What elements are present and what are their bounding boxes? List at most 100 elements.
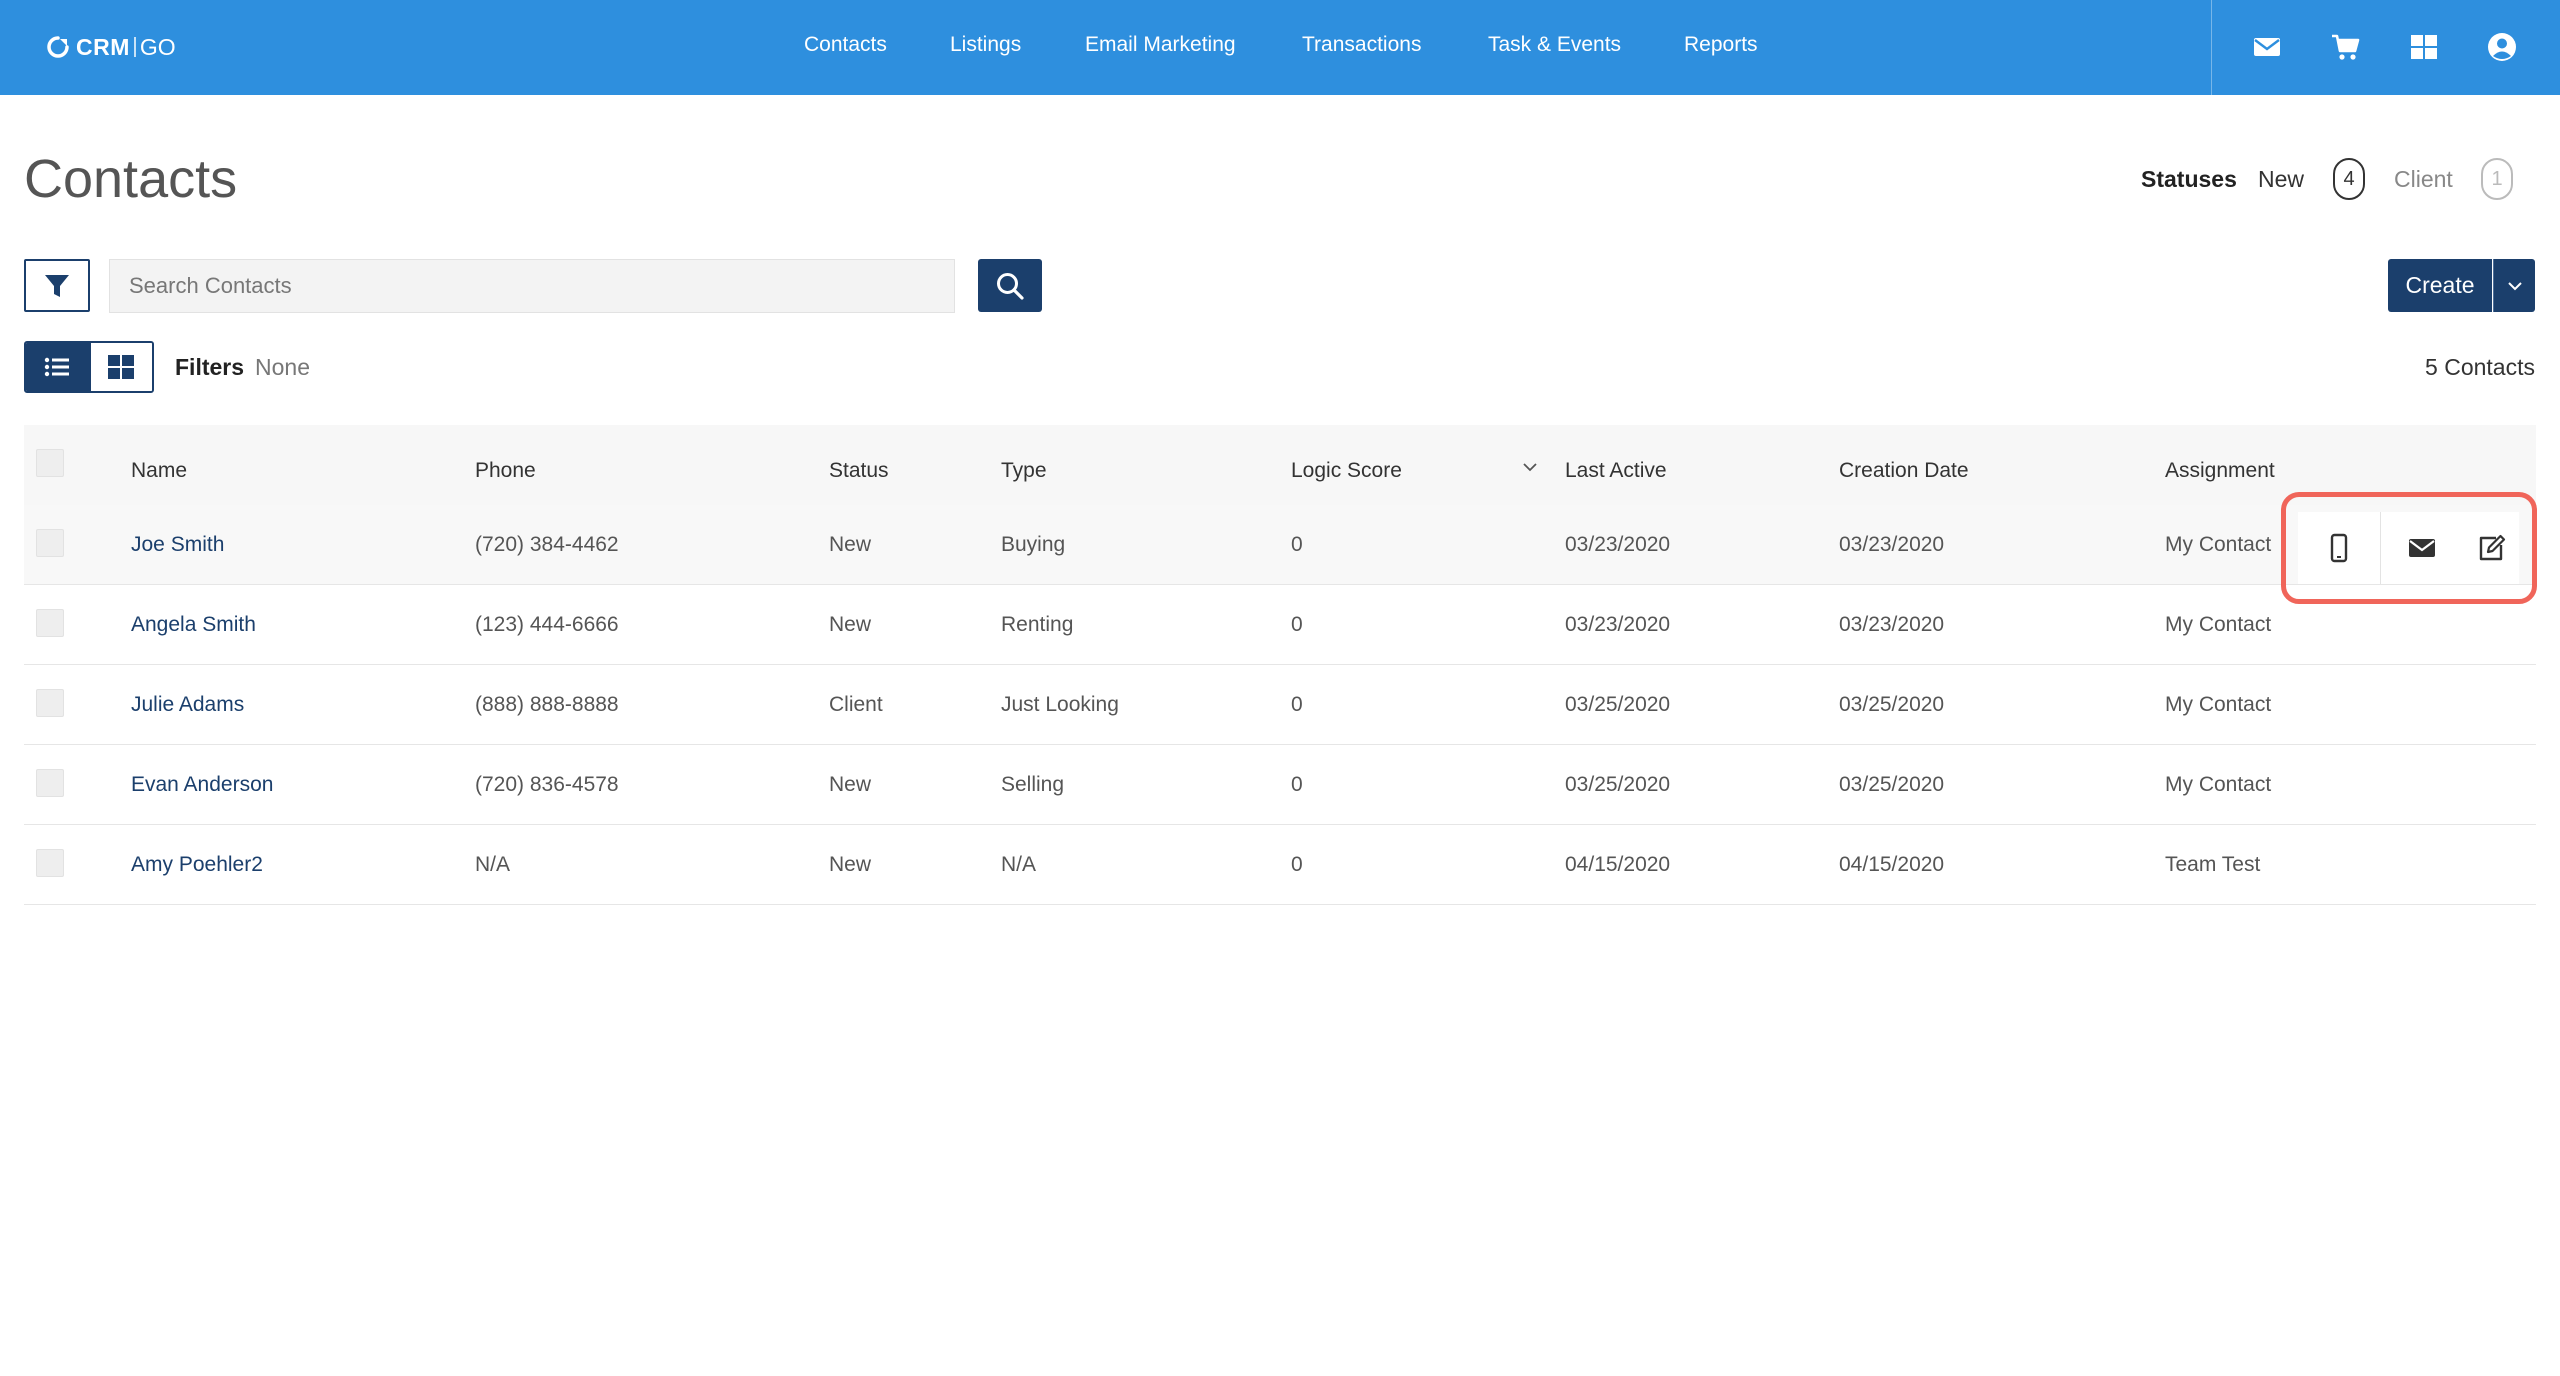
topbar-divider	[2211, 0, 2212, 95]
row-checkbox[interactable]	[36, 609, 64, 637]
contact-name-link[interactable]: Angela Smith	[131, 585, 256, 665]
row-checkbox[interactable]	[36, 529, 64, 557]
column-header-creation-date[interactable]: Creation Date	[1839, 425, 1969, 505]
contact-phone: (720) 384-4462	[475, 533, 619, 556]
edit-button[interactable]	[2463, 512, 2519, 584]
column-header-phone[interactable]: Phone	[475, 425, 536, 505]
contact-last-active: 03/25/2020	[1565, 693, 1671, 716]
row-actions	[2298, 512, 2519, 584]
call-button[interactable]	[2298, 512, 2380, 584]
select-all-checkbox[interactable]	[36, 449, 64, 477]
search-button[interactable]	[978, 259, 1042, 312]
nav-transactions[interactable]: Transactions	[1302, 33, 1421, 57]
table-row[interactable]: Amy Poehler2 N/A New N/A 0 04/15/2020 04…	[24, 825, 2536, 905]
create-dropdown-toggle[interactable]	[2493, 259, 2535, 312]
contact-status: New	[829, 773, 872, 796]
filters-value: None	[255, 354, 310, 380]
status-client-count-badge[interactable]: 1	[2481, 158, 2513, 200]
contact-type: N/A	[1001, 853, 1037, 876]
table-row[interactable]: Julie Adams (888) 888-8888 Client Just L…	[24, 665, 2536, 745]
contact-creation-date: 03/23/2020	[1839, 613, 1945, 636]
list-view-button[interactable]	[26, 343, 89, 391]
table-header: Name Phone Status Type Logic Score Last …	[24, 425, 2536, 505]
create-button[interactable]: Create	[2388, 259, 2492, 312]
top-navigation-bar: CRM GO Contacts Listings Email Marketing…	[0, 0, 2560, 95]
edit-icon	[2479, 534, 2506, 561]
statuses-label: Statuses	[2141, 166, 2237, 192]
contact-count: 5 Contacts	[2425, 354, 2535, 380]
contact-logic-score: 0	[1291, 613, 1303, 636]
contact-name-link[interactable]: Amy Poehler2	[131, 825, 263, 905]
column-header-name[interactable]: Name	[131, 425, 187, 505]
contact-status: New	[829, 533, 872, 556]
column-header-last-active[interactable]: Last Active	[1565, 425, 1667, 505]
contact-type: Renting	[1001, 613, 1074, 636]
contact-phone: (888) 888-8888	[475, 693, 619, 716]
contact-last-active: 03/23/2020	[1565, 613, 1671, 636]
user-account-icon[interactable]	[2485, 30, 2519, 64]
search-icon	[997, 272, 1024, 300]
contact-name-link[interactable]: Julie Adams	[131, 665, 244, 745]
contact-creation-date: 04/15/2020	[1839, 853, 1945, 876]
contact-last-active: 03/25/2020	[1565, 773, 1671, 796]
contact-logic-score: 0	[1291, 693, 1303, 716]
contact-type: Just Looking	[1001, 693, 1119, 716]
status-new-count-badge[interactable]: 4	[2333, 158, 2365, 200]
contact-creation-date: 03/25/2020	[1839, 693, 1945, 716]
contacts-table: Name Phone Status Type Logic Score Last …	[24, 425, 2536, 905]
filter-button[interactable]	[24, 259, 90, 312]
contact-type: Selling	[1001, 773, 1065, 796]
nav-contacts[interactable]: Contacts	[804, 33, 887, 57]
contact-status: New	[829, 613, 872, 636]
envelope-icon[interactable]	[2250, 30, 2284, 64]
cart-icon[interactable]	[2328, 30, 2362, 64]
page-title: Contacts	[24, 149, 238, 209]
sort-chevron-icon[interactable]	[1520, 457, 1540, 477]
nav-task-events[interactable]: Task & Events	[1488, 33, 1621, 57]
contact-status: Client	[829, 693, 883, 716]
table-row[interactable]: Evan Anderson (720) 836-4578 New Selling…	[24, 745, 2536, 825]
column-header-type[interactable]: Type	[1001, 425, 1047, 505]
contact-phone: N/A	[475, 853, 511, 876]
row-checkbox[interactable]	[36, 849, 64, 877]
funnel-icon	[45, 274, 69, 297]
contact-phone: (123) 444-6666	[475, 613, 619, 636]
contact-name-link[interactable]: Evan Anderson	[131, 745, 273, 825]
row-checkbox[interactable]	[36, 769, 64, 797]
contact-assignment: My Contact	[2165, 693, 2272, 716]
chevron-down-icon	[2507, 281, 2522, 290]
list-icon	[45, 357, 70, 377]
table-row[interactable]: Angela Smith (123) 444-6666 New Renting …	[24, 585, 2536, 665]
main-nav: Contacts Listings Email Marketing Transa…	[0, 0, 2560, 95]
nav-reports[interactable]: Reports	[1684, 33, 1758, 57]
row-checkbox[interactable]	[36, 689, 64, 717]
contact-assignment: My Contact	[2165, 613, 2272, 636]
contact-last-active: 04/15/2020	[1565, 853, 1671, 876]
contact-assignment: My Contact	[2165, 773, 2272, 796]
contact-creation-date: 03/23/2020	[1839, 533, 1945, 556]
search-input[interactable]	[109, 259, 955, 313]
filters-label: Filters	[175, 354, 245, 380]
row-actions-highlight	[2281, 492, 2537, 604]
envelope-icon	[2409, 539, 2435, 557]
view-toggle	[24, 341, 154, 393]
contact-logic-score: 0	[1291, 853, 1303, 876]
column-header-assignment[interactable]: Assignment	[2165, 425, 2275, 505]
column-header-logic-score[interactable]: Logic Score	[1291, 425, 1402, 505]
contact-type: Buying	[1001, 533, 1066, 556]
contact-assignment: Team Test	[2165, 853, 2261, 876]
table-row[interactable]: Joe Smith (720) 384-4462 New Buying 0 03…	[24, 505, 2536, 585]
status-filter-client[interactable]: Client	[2394, 166, 2453, 193]
contact-logic-score: 0	[1291, 533, 1303, 556]
nav-listings[interactable]: Listings	[950, 33, 1021, 57]
apps-grid-icon[interactable]	[2407, 30, 2441, 64]
nav-email-marketing[interactable]: Email Marketing	[1085, 33, 1236, 57]
grid-view-button[interactable]	[88, 343, 152, 391]
contact-name-link[interactable]: Joe Smith	[131, 505, 224, 585]
email-button[interactable]	[2381, 512, 2463, 584]
status-filter-new[interactable]: New	[2258, 166, 2304, 193]
contact-logic-score: 0	[1291, 773, 1303, 796]
contact-phone: (720) 836-4578	[475, 773, 619, 796]
column-header-status[interactable]: Status	[829, 425, 889, 505]
grid-icon	[108, 355, 135, 379]
